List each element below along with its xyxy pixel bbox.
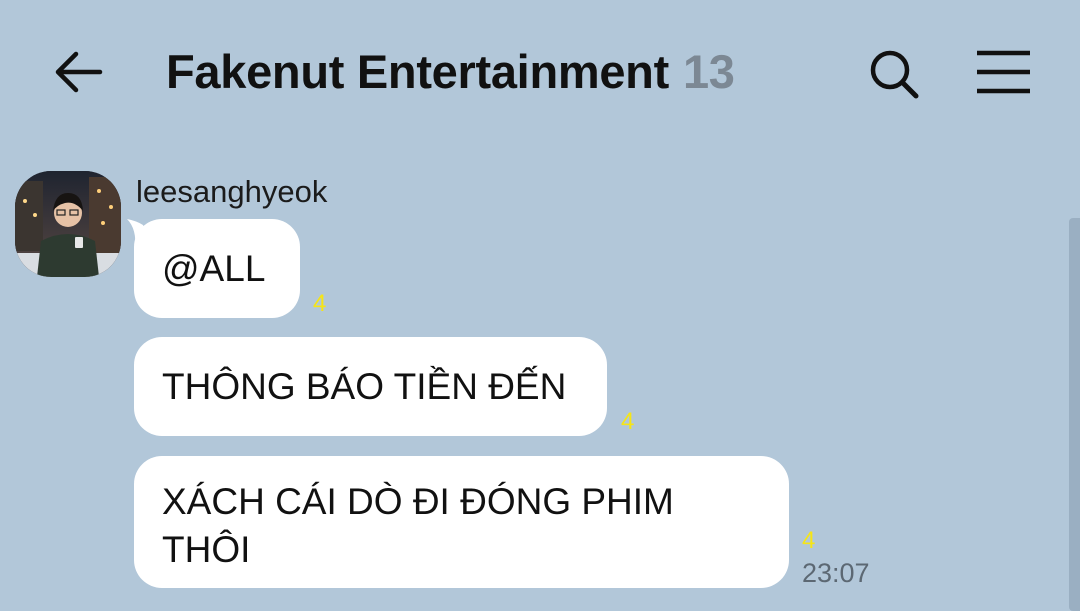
message-bubble[interactable]: THÔNG BÁO TIỀN ĐẾN xyxy=(134,337,607,436)
unread-count: 4 xyxy=(802,527,816,554)
arrow-left-icon xyxy=(55,51,103,93)
message-timestamp: 23:07 xyxy=(802,558,870,588)
chat-title: Fakenut Entertainment 13 xyxy=(166,44,735,99)
message-text: @ALL xyxy=(162,247,266,289)
search-button[interactable] xyxy=(862,40,928,106)
chat-name: Fakenut Entertainment xyxy=(166,45,669,98)
message-text: THÔNG BÁO TIỀN ĐẾN xyxy=(162,365,567,407)
chat-header: Fakenut Entertainment 13 xyxy=(0,0,1080,140)
avatar[interactable] xyxy=(15,171,121,277)
menu-button[interactable] xyxy=(970,44,1036,100)
message-text: XÁCH CÁI DÒ ĐI ĐÓNG PHIM THÔI xyxy=(162,478,674,574)
message-bubble[interactable]: XÁCH CÁI DÒ ĐI ĐÓNG PHIM THÔI xyxy=(134,456,789,588)
message-line: XÁCH CÁI DÒ ĐI ĐÓNG PHIM xyxy=(162,481,674,522)
hamburger-menu-icon xyxy=(977,50,1030,94)
search-icon xyxy=(870,50,919,99)
message-line: THÔI xyxy=(162,529,251,570)
scrollbar[interactable] xyxy=(1069,218,1080,611)
unread-count: 4 xyxy=(313,290,327,317)
back-button[interactable] xyxy=(50,44,110,104)
message-bubble[interactable]: @ALL xyxy=(134,219,300,318)
profile-photo xyxy=(15,171,121,277)
sender-name: leesanghyeok xyxy=(136,174,328,209)
unread-count: 4 xyxy=(621,408,635,435)
member-count: 13 xyxy=(682,45,735,98)
